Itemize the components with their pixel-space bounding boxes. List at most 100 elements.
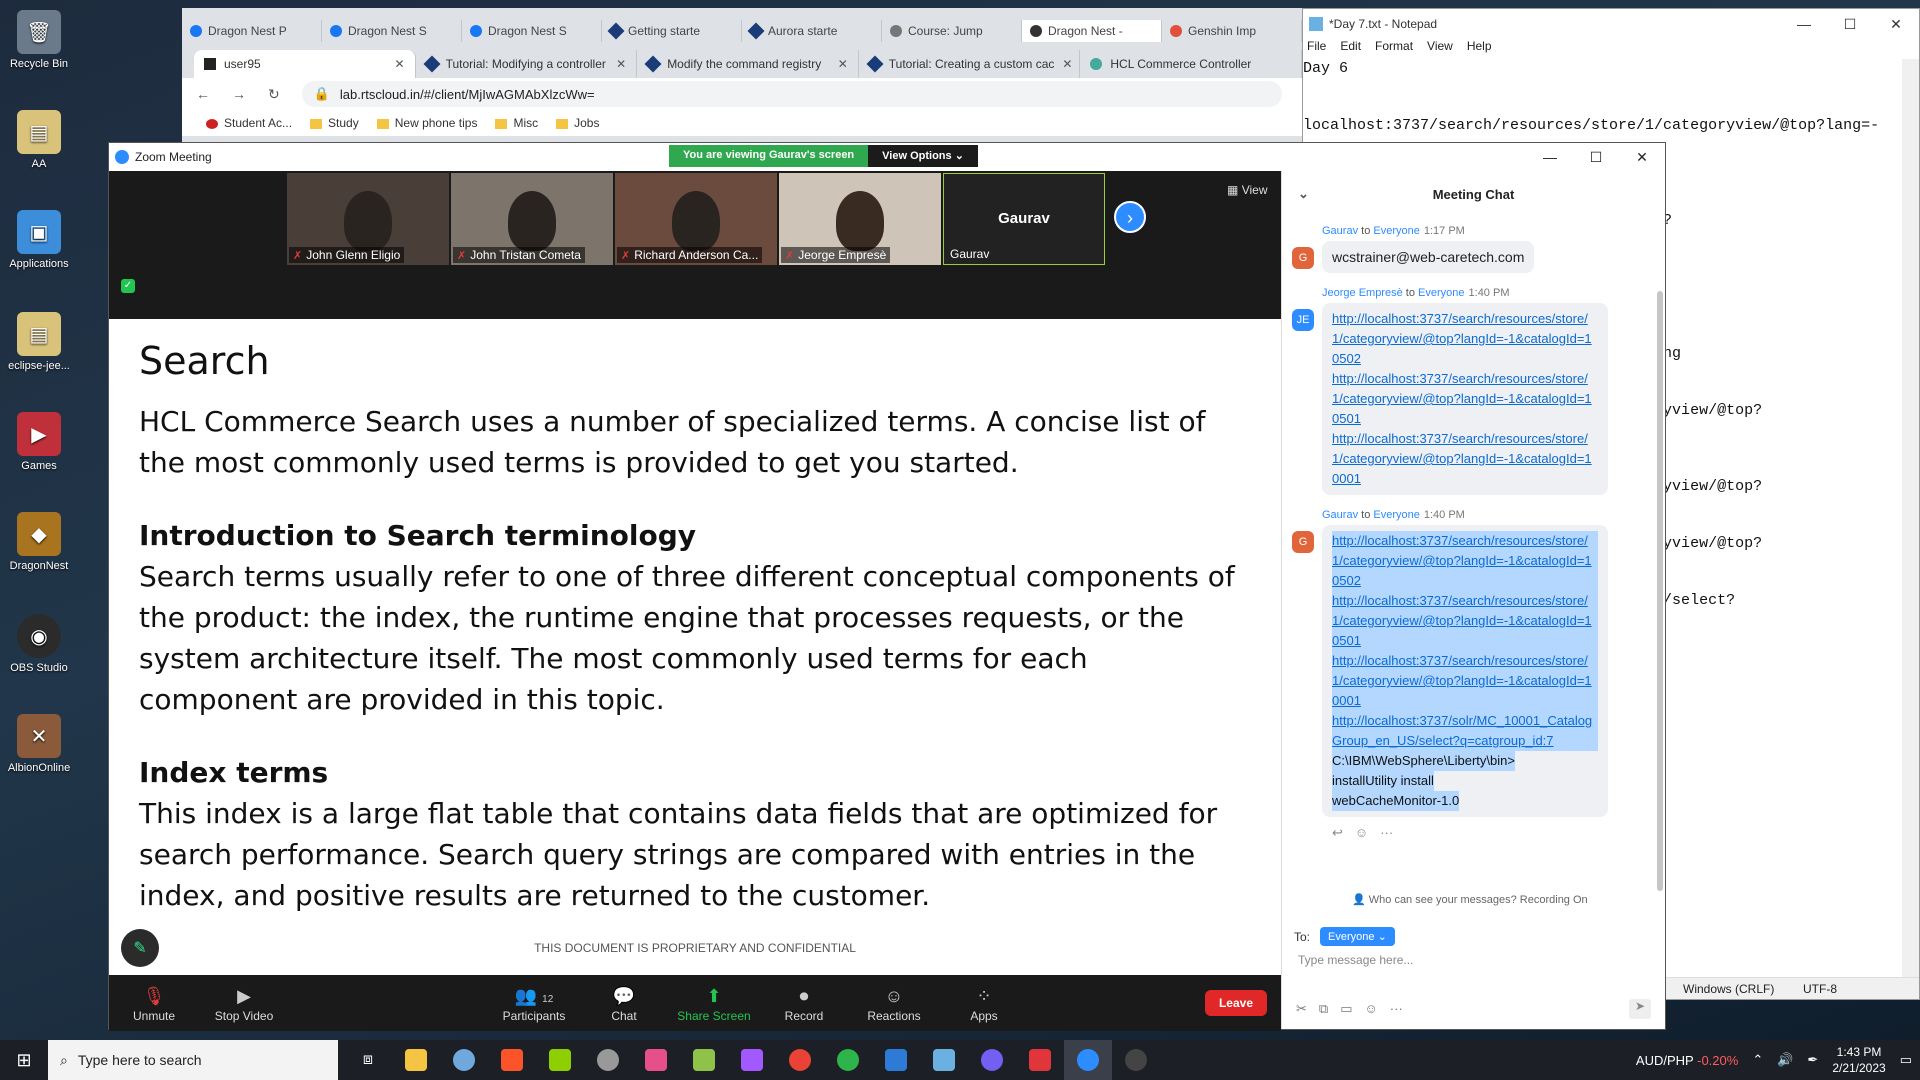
menu-view[interactable]: View	[1427, 39, 1453, 59]
browser-tab-user95[interactable]: user95 ✕	[194, 50, 416, 78]
chevron-down-icon[interactable]: ⌄	[1298, 186, 1309, 202]
obs-icon[interactable]	[1112, 1040, 1160, 1080]
video-tile[interactable]: ✗ Jeorge Empresè	[779, 173, 941, 265]
message-link[interactable]: http://localhost:3737/search/resources/s…	[1332, 429, 1598, 489]
browser-top-tab[interactable]: Dragon Nest P	[182, 20, 322, 42]
notifications-icon[interactable]: ▭	[1900, 1052, 1912, 1068]
active-speaker-tile[interactable]: Gaurav Gaurav	[943, 173, 1105, 265]
close-icon[interactable]: ✕	[1873, 16, 1919, 33]
chat-scrollbar[interactable]	[1657, 291, 1663, 891]
browser-tab[interactable]: Tutorial: Creating a custom cac ✕	[859, 50, 1081, 78]
more-icon[interactable]: ···	[1390, 1001, 1403, 1017]
desktop-icon-obs[interactable]: ◉ OBS Studio	[4, 614, 74, 674]
file-icon[interactable]: ▭	[1340, 1001, 1352, 1017]
back-icon[interactable]: ←	[196, 86, 210, 102]
video-tile[interactable]: ✗ John Tristan Cometa	[451, 173, 613, 265]
notepad-icon[interactable]	[920, 1040, 968, 1080]
reply-icon[interactable]: ↩	[1332, 825, 1343, 841]
chevron-up-icon[interactable]: ⌃	[1752, 1052, 1763, 1068]
stop-video-button[interactable]: ▶ Stop Video	[199, 983, 289, 1023]
desktop-icon-recycle-bin[interactable]: 🗑 Recycle Bin	[4, 10, 74, 70]
volume-icon[interactable]: 🔊	[1777, 1052, 1793, 1068]
add-reaction-icon[interactable]: ☺	[1355, 825, 1368, 841]
browser-top-tab[interactable]: Dragon Nest S	[462, 20, 602, 42]
pen-icon[interactable]: ✒	[1807, 1052, 1818, 1068]
video-tile[interactable]: ✗ Richard Anderson Ca...	[615, 173, 777, 265]
message-link[interactable]: http://localhost:3737/search/resources/s…	[1332, 531, 1598, 591]
browser-tab[interactable]: HCL Commerce Controller	[1080, 50, 1302, 78]
chrome-icon[interactable]	[776, 1040, 824, 1080]
encryption-shield-icon[interactable]: ✓	[121, 279, 135, 293]
minimize-icon[interactable]: —	[1527, 149, 1573, 166]
annotate-pencil-icon[interactable]: ✎	[121, 929, 159, 967]
menu-help[interactable]: Help	[1467, 39, 1492, 59]
browser-top-tab[interactable]: Genshin Imp	[1162, 20, 1302, 42]
message-link[interactable]: http://localhost:3737/search/resources/s…	[1332, 591, 1598, 651]
close-icon[interactable]: ✕	[395, 57, 405, 71]
file-explorer-icon[interactable]	[392, 1040, 440, 1080]
reload-icon[interactable]: ↻	[268, 86, 280, 103]
notepad-scrollbar[interactable]	[1902, 59, 1919, 977]
browser-top-tab[interactable]: Dragon Nest S	[322, 20, 462, 42]
app-icon[interactable]	[584, 1040, 632, 1080]
close-icon[interactable]: ✕	[1619, 149, 1665, 166]
more-icon[interactable]: ···	[1380, 825, 1393, 841]
zoom-icon[interactable]	[1064, 1040, 1112, 1080]
task-view-icon[interactable]: ⧈	[344, 1040, 392, 1080]
screenshot-icon[interactable]: ✂	[1296, 1001, 1307, 1017]
recipient-dropdown[interactable]: Everyone ⌄	[1320, 927, 1395, 946]
figma-icon[interactable]	[728, 1040, 776, 1080]
share-screen-button[interactable]: ⬆ Share Screen	[669, 983, 759, 1023]
chat-button[interactable]: 💬 Chat	[579, 983, 669, 1023]
browser-top-tab[interactable]: Course: Jump	[882, 20, 1022, 42]
code-snippet-icon[interactable]: ⧉	[1319, 1001, 1328, 1017]
reactions-button[interactable]: ☺ Reactions	[849, 983, 939, 1023]
bookmark-student[interactable]: Student Ac...	[206, 116, 292, 130]
minimize-icon[interactable]: —	[1781, 16, 1827, 33]
browser-top-tab[interactable]: Dragon Nest -	[1022, 20, 1162, 42]
address-bar[interactable]: 🔒 lab.rtscloud.in/#/client/MjIwAGMAbXlzc…	[301, 81, 1282, 107]
maximize-icon[interactable]: ☐	[1827, 16, 1873, 33]
edge-icon[interactable]	[824, 1040, 872, 1080]
menu-edit[interactable]: Edit	[1340, 39, 1361, 59]
message-link[interactable]: http://localhost:3737/search/resources/s…	[1332, 651, 1598, 711]
close-icon[interactable]: ✕	[616, 57, 626, 71]
taskbar-clock[interactable]: 1:43 PM 2/21/2023	[1832, 1044, 1885, 1076]
desktop-icon-aa[interactable]: ▤ AA	[4, 110, 74, 170]
send-icon[interactable]: ➤	[1629, 999, 1651, 1019]
view-options-button[interactable]: View Options ⌄	[868, 145, 978, 167]
emoji-icon[interactable]: ☺	[1365, 1001, 1378, 1017]
bookmark-folder[interactable]: New phone tips	[376, 116, 477, 130]
notepad-plus-icon[interactable]	[680, 1040, 728, 1080]
ticker-widget[interactable]: AUD/PHP -0.20%	[1636, 1053, 1738, 1068]
message-link[interactable]: http://localhost:3737/solr/MC_10001_Cata…	[1332, 711, 1598, 751]
browser-top-tab[interactable]: Getting starte	[602, 20, 742, 42]
desktop-icon-applications[interactable]: ▣ Applications	[4, 210, 74, 270]
who-can-see-link[interactable]: 👤 Who can see your messages? Recording O…	[1352, 893, 1588, 906]
gallery-next-icon[interactable]: ›	[1114, 201, 1146, 233]
viber-icon[interactable]	[968, 1040, 1016, 1080]
unmute-button[interactable]: 🎙 Unmute	[109, 983, 199, 1023]
record-button[interactable]: ⏺ Record	[759, 983, 849, 1023]
app-icon[interactable]	[440, 1040, 488, 1080]
video-tile[interactable]: ✗ John Glenn Eligio	[287, 173, 449, 265]
desktop-icon-albion[interactable]: ✕ AlbionOnline	[4, 714, 74, 774]
maximize-icon[interactable]: ☐	[1573, 149, 1619, 166]
browser-tab[interactable]: Modify the command registry ✕	[637, 50, 859, 78]
app-icon[interactable]	[872, 1040, 920, 1080]
windows-start-icon[interactable]: ⊞	[0, 1050, 48, 1071]
bookmark-folder[interactable]: Study	[310, 116, 359, 130]
leave-button[interactable]: Leave	[1204, 990, 1267, 1016]
browser-top-tab[interactable]: Aurora starte	[742, 20, 882, 42]
view-button[interactable]: ▦ View	[1227, 183, 1267, 197]
desktop-icon-eclipse[interactable]: ▤ eclipse-jee...	[4, 312, 74, 372]
apps-button[interactable]: ⁘ Apps	[939, 983, 1029, 1023]
menu-file[interactable]: File	[1307, 39, 1326, 59]
forward-icon[interactable]: →	[232, 86, 246, 102]
browser-tab[interactable]: Tutorial: Modifying a controller ✕	[416, 50, 638, 78]
app-icon[interactable]	[536, 1040, 584, 1080]
bookmark-folder[interactable]: Jobs	[556, 116, 599, 130]
bookmark-folder[interactable]: Misc	[495, 116, 538, 130]
message-link[interactable]: http://localhost:3737/search/resources/s…	[1332, 309, 1598, 369]
participants-button[interactable]: 👥 12 Participants	[489, 983, 579, 1023]
